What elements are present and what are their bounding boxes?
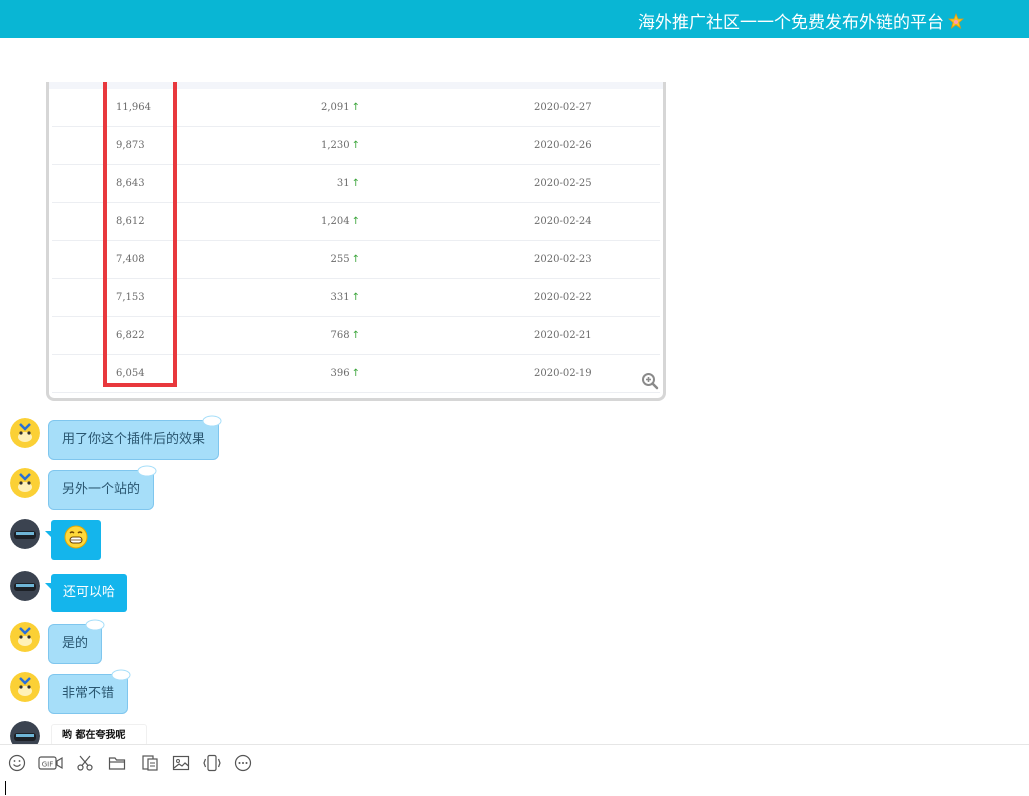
date-cell: 2020-02-19 <box>534 368 592 379</box>
delta-cell: 2,091 ↑ <box>321 102 360 113</box>
delta-cell: 1,204 ↑ <box>321 216 360 227</box>
delta-cell: 1,230 ↑ <box>321 140 360 151</box>
delta-value: 1,230 <box>320 140 350 151</box>
delta-value: 768 <box>330 330 350 341</box>
avatar[interactable] <box>10 721 40 744</box>
title-bar: 海外推广社区一一个免费发布外链的平台 <box>0 0 1029 38</box>
screenshot-doc-icon[interactable] <box>141 754 159 772</box>
avatar[interactable] <box>10 468 40 498</box>
avatar[interactable] <box>10 418 40 448</box>
arrow-up-icon: ↑ <box>351 292 360 303</box>
delta-cell: 31 ↑ <box>337 178 360 189</box>
chat-messages[interactable]: 11,964 2,091 ↑ 2020-02-27 9,873 1,230 ↑ 20… <box>0 38 1029 744</box>
window-title: 海外推广社区一一个免费发布外链的平台 <box>638 13 944 33</box>
window-title-wrap: 海外推广社区一一个免费发布外链的平台 <box>638 8 965 34</box>
message-bubble[interactable]: 另外一个站的 <box>48 465 157 510</box>
message-bubble[interactable]: 还可以哈 <box>51 574 128 612</box>
date-cell: 2020-02-27 <box>534 102 592 113</box>
sticker-text: 哟 都在夸我呢 <box>62 730 126 741</box>
text-cursor <box>5 781 6 795</box>
avatar[interactable] <box>10 571 40 601</box>
message-text: 另外一个站的 <box>62 482 141 497</box>
avatar[interactable] <box>10 672 40 702</box>
arrow-up-icon: ↑ <box>351 140 360 151</box>
delta-value: 255 <box>330 254 350 265</box>
message-bubble[interactable]: 是的 <box>48 619 105 664</box>
delta-cell: 396 ↑ <box>331 368 360 379</box>
message-text: 用了你这个插件后的效果 <box>62 432 206 447</box>
message-input-area[interactable]: GIF <box>0 744 1029 796</box>
sticker-message[interactable]: 哟 都在夸我呢 <box>51 724 147 744</box>
delta-cell: 768 ↑ <box>331 330 360 341</box>
emoji-icon[interactable] <box>8 754 26 772</box>
delta-value: 331 <box>330 292 350 303</box>
cloud-decoration <box>137 465 157 477</box>
message-bubble[interactable] <box>51 520 101 560</box>
date-cell: 2020-02-25 <box>534 178 592 189</box>
highlight-box <box>103 82 177 387</box>
folder-icon[interactable] <box>108 754 126 772</box>
message-text: 还可以哈 <box>63 585 116 600</box>
scissors-icon[interactable] <box>76 754 94 772</box>
delta-value: 2,091 <box>320 102 350 113</box>
message-text: 非常不错 <box>62 686 115 701</box>
arrow-up-icon: ↑ <box>351 368 360 379</box>
message-text: 是的 <box>62 636 89 651</box>
cloud-decoration <box>85 619 105 631</box>
delta-value: 1,204 <box>320 216 350 227</box>
arrow-up-icon: ↑ <box>351 330 360 341</box>
arrow-up-icon: ↑ <box>351 254 360 265</box>
more-icon[interactable] <box>234 754 252 772</box>
date-cell: 2020-02-23 <box>534 254 592 265</box>
message-bubble[interactable]: 非常不错 <box>48 669 131 714</box>
delta-value: 396 <box>330 368 350 379</box>
date-cell: 2020-02-26 <box>534 140 592 151</box>
delta-value: 31 <box>336 178 350 189</box>
grin-emoji-icon <box>64 525 88 549</box>
cloud-decoration <box>202 415 222 427</box>
date-cell: 2020-02-24 <box>534 216 592 227</box>
delta-cell: 331 ↑ <box>331 292 360 303</box>
date-cell: 2020-02-22 <box>534 292 592 303</box>
date-cell: 2020-02-21 <box>534 330 592 341</box>
star-icon <box>947 12 965 34</box>
delta-cell: 255 ↑ <box>331 254 360 265</box>
avatar[interactable] <box>10 519 40 549</box>
avatar[interactable] <box>10 622 40 652</box>
shared-screenshot[interactable]: 11,964 2,091 ↑ 2020-02-27 9,873 1,230 ↑ 20… <box>46 82 666 401</box>
arrow-up-icon: ↑ <box>351 178 360 189</box>
shake-icon[interactable] <box>203 754 221 772</box>
arrow-up-icon: ↑ <box>351 216 360 227</box>
cloud-decoration <box>111 669 131 681</box>
gif-icon[interactable]: GIF <box>38 754 64 772</box>
arrow-up-icon: ↑ <box>351 102 360 113</box>
gif-label: GIF <box>42 761 54 769</box>
message-bubble[interactable]: 用了你这个插件后的效果 <box>48 415 222 460</box>
zoom-in-icon[interactable] <box>641 372 659 394</box>
image-icon[interactable] <box>172 754 190 772</box>
